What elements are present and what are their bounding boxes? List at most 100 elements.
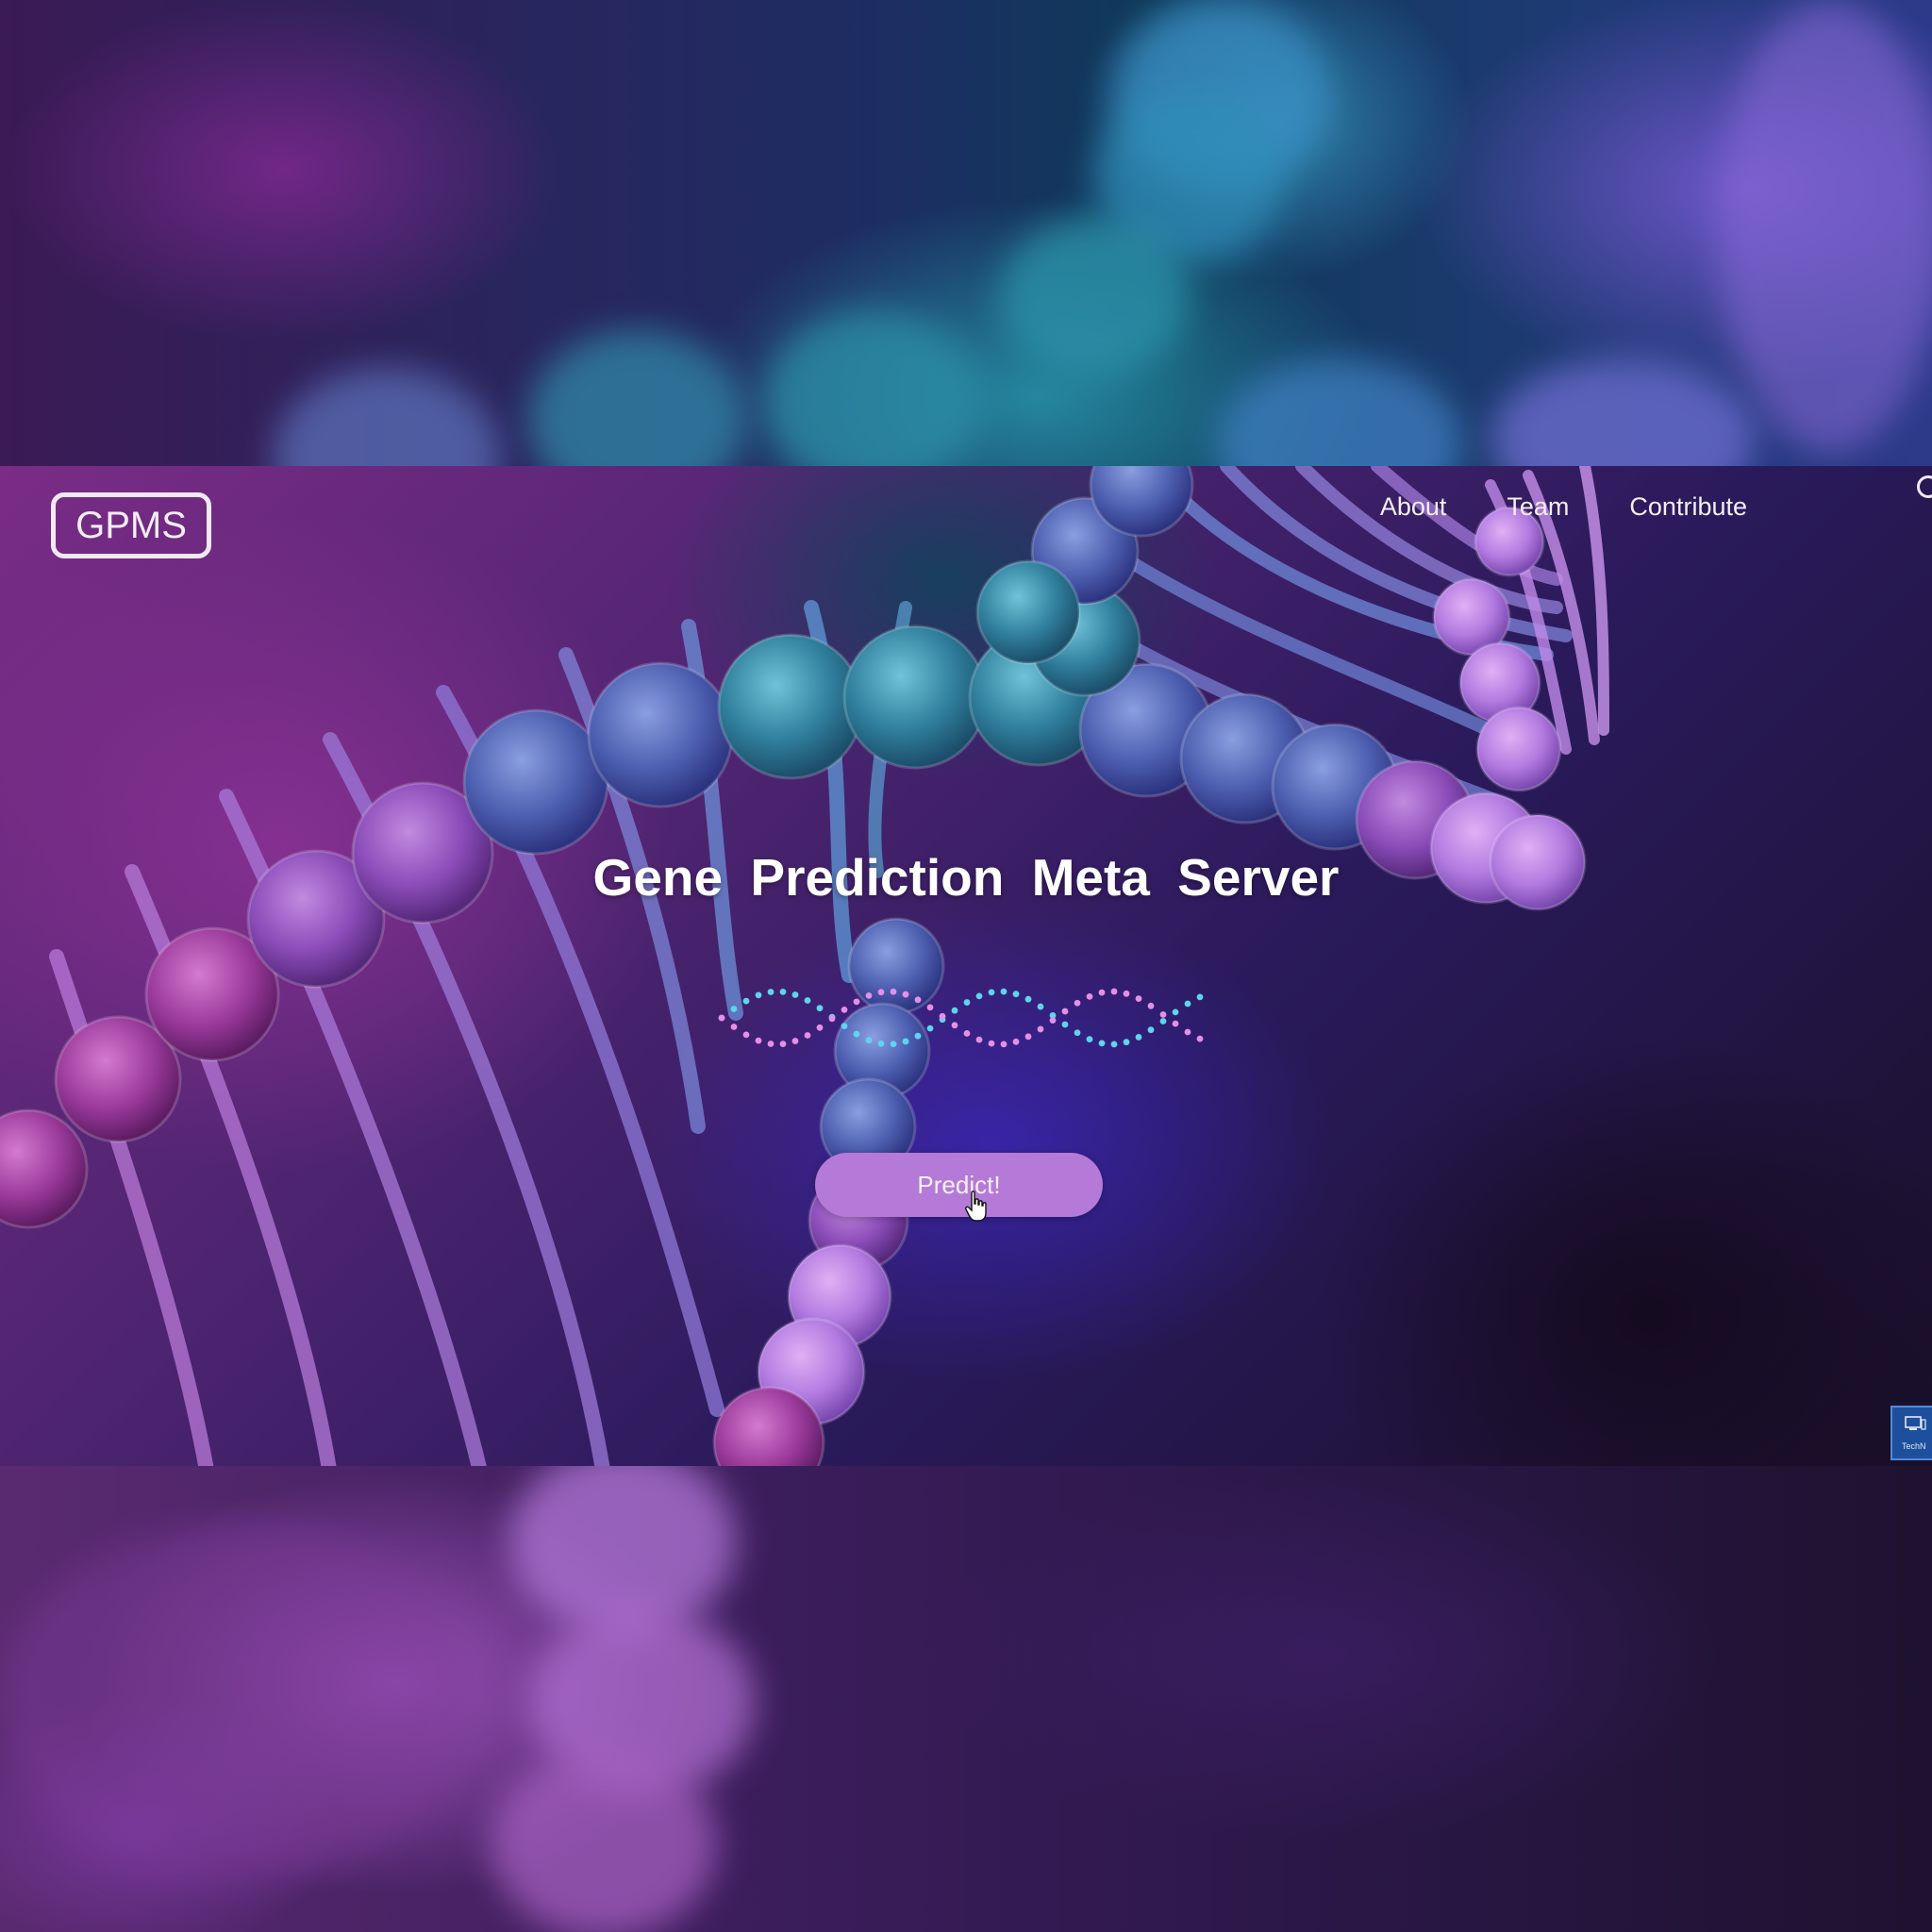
wave-dot-pink <box>767 1041 774 1047</box>
wave-dot-pink <box>890 988 897 995</box>
blurred-background-top <box>0 0 1932 466</box>
wave-dot-cyan <box>853 1030 860 1038</box>
wave-dot-cyan <box>767 989 774 995</box>
wave-dot-pink <box>914 996 922 1004</box>
wave-dot-pink <box>791 1038 799 1044</box>
wave-dot-pink <box>939 1012 946 1020</box>
wave-dot-pink <box>988 1040 995 1047</box>
wave-dot-pink <box>865 991 873 999</box>
wave-dot-pink <box>804 1032 811 1039</box>
wave-dot-cyan <box>841 1023 848 1030</box>
dna-helix-illustration <box>0 466 1609 1466</box>
wave-dot-pink <box>1184 1028 1191 1036</box>
wave-dot-cyan <box>1061 1021 1069 1028</box>
wave-dot-pink <box>742 1031 750 1039</box>
monitor-icon <box>1905 1416 1926 1430</box>
wave-dot-pink <box>877 989 885 996</box>
wave-dot-pink <box>951 1022 958 1029</box>
wave-dot-cyan <box>1037 1003 1044 1010</box>
wave-dot-cyan <box>1123 1039 1130 1046</box>
wave-dot-cyan <box>804 997 811 1004</box>
wave-dot-pink <box>926 1004 934 1011</box>
wave-dot-cyan <box>1159 1018 1167 1024</box>
wave-dot-pink <box>755 1037 762 1044</box>
wave-dot-cyan <box>1000 988 1008 995</box>
corner-widget[interactable]: TechN <box>1890 1406 1932 1460</box>
wave-dot-cyan <box>1184 1000 1191 1008</box>
wave-dot-pink <box>1024 1033 1032 1041</box>
wave-dot-pink <box>1049 1017 1057 1024</box>
wave-dot-pink <box>1123 990 1130 997</box>
wave-dot-cyan <box>988 989 995 996</box>
wave-dot-cyan <box>914 1032 922 1040</box>
wave-dot-cyan <box>1110 1041 1118 1048</box>
helix-spheres <box>0 466 1587 1466</box>
nav-link-team[interactable]: Team <box>1507 492 1569 522</box>
blurred-strand <box>0 1523 472 1881</box>
wave-dot-cyan <box>1135 1034 1142 1041</box>
predict-button[interactable]: Predict! <box>815 1153 1103 1217</box>
wave-dot-cyan <box>975 992 983 1000</box>
wave-dot-cyan <box>1196 993 1204 1001</box>
nav-link-about[interactable]: About <box>1380 492 1447 522</box>
blurred-background-bottom <box>0 1466 1932 1932</box>
wave-dot-pink <box>1135 995 1142 1002</box>
wave-dot-cyan <box>951 1007 958 1014</box>
wave-dot-pink <box>730 1024 738 1030</box>
wave-dot-cyan <box>1012 991 1020 998</box>
wave-dot-pink <box>1147 1002 1155 1009</box>
wave-dot-cyan <box>1147 1026 1155 1034</box>
wave-dot-pink <box>1196 1035 1204 1042</box>
blurred-sphere <box>1217 358 1462 466</box>
wave-dot-cyan <box>779 988 787 995</box>
wave-dot-pink <box>1159 1011 1167 1018</box>
wave-dot-pink <box>1110 988 1118 995</box>
blurred-sphere <box>274 368 500 466</box>
wave-dot-pink <box>779 1041 787 1048</box>
wave-dot-cyan <box>1074 1029 1081 1037</box>
wave-dot-cyan <box>865 1037 873 1044</box>
wave-dot-cyan <box>1172 1008 1179 1016</box>
wave-dot-pink <box>1061 1008 1069 1015</box>
wave-dot-cyan <box>755 991 762 999</box>
wave-dot-cyan <box>730 1006 738 1012</box>
hero-section: GPMS About Team Contribute Gene Predicti… <box>0 466 1932 1466</box>
wave-dot-cyan <box>742 997 750 1005</box>
wave-dot-cyan <box>1098 1040 1106 1047</box>
wave-dot-cyan <box>816 1005 824 1012</box>
wave-dot-pink <box>1037 1025 1044 1033</box>
wave-dot-cyan <box>791 991 799 998</box>
blurred-sphere <box>1491 358 1755 466</box>
blurred-sphere <box>528 330 745 466</box>
wave-dot-pink <box>718 1014 725 1022</box>
page-title: Gene Prediction Meta Server <box>592 848 1340 907</box>
top-nav: About Team Contribute <box>1380 492 1747 522</box>
wave-dot-pink <box>828 1015 836 1023</box>
hand-pointer-icon <box>965 1191 987 1222</box>
page: GPMS About Team Contribute Gene Predicti… <box>0 0 1932 1932</box>
wave-dot-pink <box>975 1036 983 1043</box>
wave-dot-pink <box>1098 989 1106 996</box>
wave-dot-pink <box>902 991 909 998</box>
wave-dot-pink <box>816 1024 824 1031</box>
wave-dot-pink <box>1012 1038 1020 1045</box>
wave-dot-pink <box>963 1030 971 1037</box>
blurred-sphere <box>764 311 981 466</box>
wave-dot-cyan <box>890 1041 897 1048</box>
dna-dotted-wave-icon <box>718 988 1204 1048</box>
wave-dot-pink <box>841 1006 848 1013</box>
wave-dot-cyan <box>963 999 971 1006</box>
blurred-sphere <box>491 1749 717 1932</box>
corner-widget-label: TechN <box>1902 1441 1926 1451</box>
wave-dot-cyan <box>926 1024 934 1032</box>
wave-dot-pink <box>1086 992 1093 1000</box>
wave-dot-pink <box>1074 999 1081 1007</box>
wave-dot-cyan <box>902 1038 909 1045</box>
wave-dot-cyan <box>877 1040 885 1047</box>
gpms-logo[interactable]: GPMS <box>51 492 211 558</box>
wave-dot-cyan <box>1086 1036 1093 1043</box>
blurred-sphere <box>1000 217 1189 377</box>
wave-strand-cyan <box>718 988 1204 1048</box>
nav-link-contribute[interactable]: Contribute <box>1629 492 1747 522</box>
wave-strand-pink <box>718 988 1204 1048</box>
